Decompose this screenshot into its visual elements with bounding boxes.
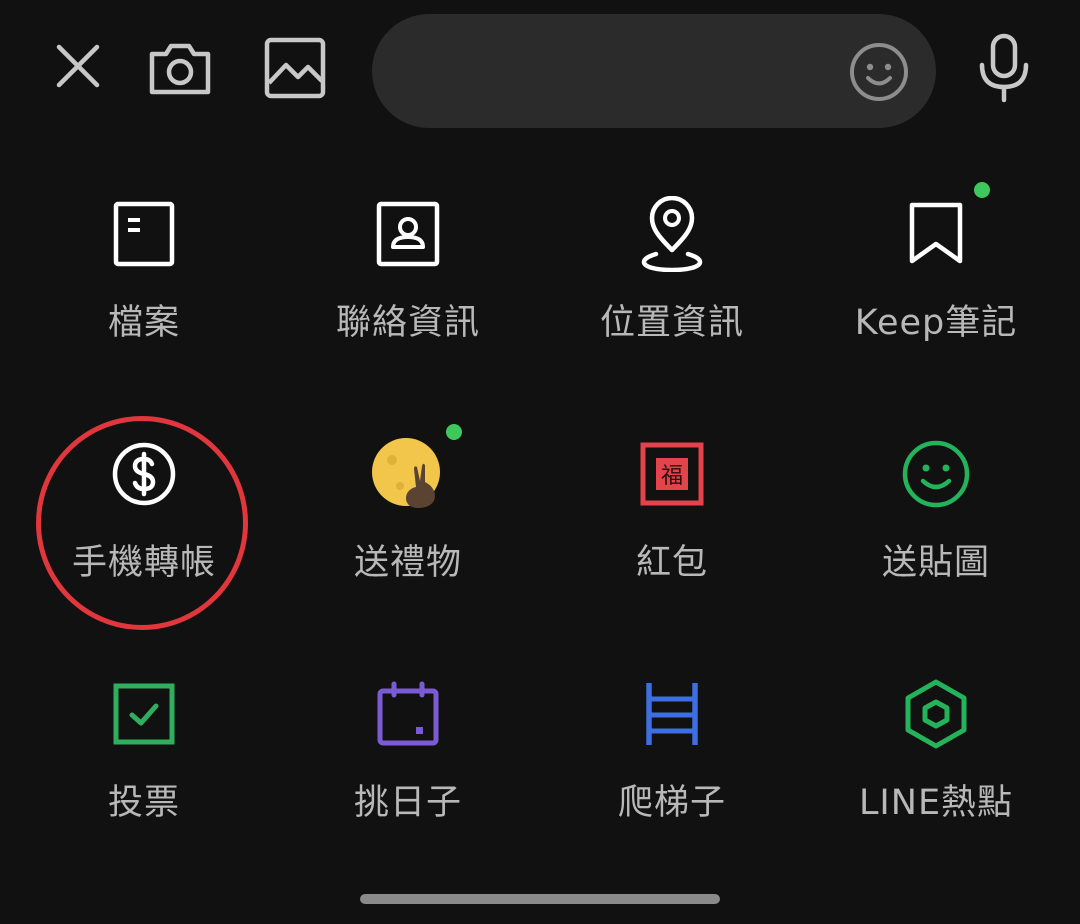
dollar-coin-icon xyxy=(102,432,186,516)
menu-item-label: 紅包 xyxy=(635,543,708,583)
menu-item-keep[interactable]: Keep筆記 xyxy=(806,182,1066,392)
home-indicator-bar[interactable] xyxy=(360,894,720,904)
gallery-button[interactable] xyxy=(260,34,330,102)
camera-button[interactable] xyxy=(144,34,216,102)
red-packet-icon: 福 xyxy=(630,432,714,516)
camera-icon xyxy=(149,43,211,95)
menu-item-label: 挑日子 xyxy=(353,783,462,823)
menu-item-red-packet[interactable]: 福 紅包 xyxy=(542,432,802,632)
hexagon-hotspot-icon xyxy=(894,672,978,756)
menu-item-label: 位置資訊 xyxy=(599,303,744,343)
menu-item-label: 送禮物 xyxy=(353,543,462,583)
calendar-icon xyxy=(366,672,450,756)
file-icon xyxy=(102,192,186,276)
menu-item-label: 投票 xyxy=(107,783,180,823)
menu-item-gift[interactable]: 送禮物 xyxy=(278,424,538,632)
menu-item-label: 送貼圖 xyxy=(881,543,990,583)
new-badge-dot xyxy=(446,424,462,440)
menu-item-send-sticker[interactable]: 送貼圖 xyxy=(806,432,1066,632)
image-icon xyxy=(264,37,326,99)
voice-button[interactable] xyxy=(968,30,1040,106)
emoji-smile-icon xyxy=(850,43,908,101)
contact-card-icon xyxy=(366,192,450,276)
menu-item-file[interactable]: 檔案 xyxy=(14,192,274,392)
menu-item-vote[interactable]: 投票 xyxy=(14,672,274,872)
emoji-button[interactable] xyxy=(848,41,910,103)
menu-item-label: 手機轉帳 xyxy=(71,543,216,583)
menu-item-label: 聯絡資訊 xyxy=(335,303,480,343)
menu-item-label: Keep筆記 xyxy=(854,303,1018,343)
menu-item-line-hotspot[interactable]: LINE熱點 xyxy=(806,672,1066,872)
menu-item-mobile-transfer[interactable]: 手機轉帳 xyxy=(14,432,274,632)
menu-item-label: 檔案 xyxy=(107,303,180,343)
vote-checkbox-icon xyxy=(102,672,186,756)
moon-rabbit-icon xyxy=(366,432,450,516)
new-badge-dot xyxy=(974,182,990,198)
menu-item-ladder[interactable]: 爬梯子 xyxy=(542,672,802,872)
attachment-menu-screen: 檔案 聯絡資訊 位置資訊 Keep筆記 手機轉帳 送禮物 福 紅包 送貼圖 投票… xyxy=(0,0,1080,924)
menu-item-label: 爬梯子 xyxy=(617,783,726,823)
ladder-icon xyxy=(630,672,714,756)
bookmark-icon xyxy=(894,192,978,276)
message-input[interactable] xyxy=(372,14,936,128)
menu-item-contact[interactable]: 聯絡資訊 xyxy=(278,192,538,392)
sticker-smile-icon xyxy=(894,432,978,516)
location-pin-icon xyxy=(630,192,714,276)
red-packet-glyph: 福 xyxy=(661,464,683,489)
close-icon xyxy=(56,44,100,88)
close-button[interactable] xyxy=(46,34,110,98)
menu-item-schedule[interactable]: 挑日子 xyxy=(278,672,538,872)
menu-item-location[interactable]: 位置資訊 xyxy=(542,192,802,392)
microphone-icon xyxy=(979,33,1029,103)
menu-item-label: LINE熱點 xyxy=(858,783,1014,823)
